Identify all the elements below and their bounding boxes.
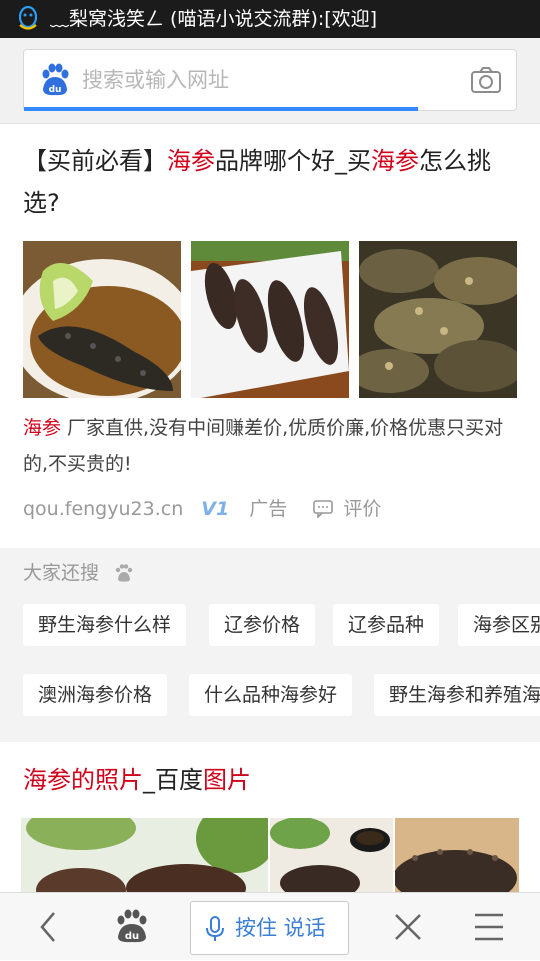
related-chip[interactable]: 什么品种海参好 (189, 674, 353, 716)
search-area: du 搜索或输入网址 (0, 38, 540, 124)
search-placeholder: 搜索或输入网址 (82, 68, 229, 92)
notification-text[interactable]: ﹏梨窝浅笑ㄥ (喵语小说交流群):[欢迎] (50, 0, 377, 38)
status-bar: ﹏梨窝浅笑ㄥ (喵语小说交流群):[欢迎] (0, 0, 540, 38)
svg-text:du: du (125, 931, 139, 942)
paw-icon (115, 564, 133, 582)
comment-icon (313, 499, 334, 519)
gallery-image[interactable] (21, 818, 268, 892)
microphone-icon (206, 916, 224, 941)
title-part: 【买前必看】 (23, 147, 167, 175)
description-text: 厂家直供,没有中间赚差价,优质价廉,价格优惠只买对的,不买贵的! (23, 417, 504, 475)
result-url[interactable]: qou.fengyu23.cn (23, 491, 183, 527)
svg-text:du: du (49, 85, 62, 95)
title-keyword: 海参 (167, 147, 215, 175)
menu-icon[interactable] (470, 893, 508, 961)
result-description: 海参 厂家直供,没有中间赚差价,优质价廉,价格优惠只买对的,不买贵的! (23, 410, 523, 482)
camera-icon[interactable] (470, 66, 502, 94)
title-keyword: 海参 (371, 147, 419, 175)
ad-label: 广告 (249, 497, 288, 520)
related-chip[interactable]: 澳洲海参价格 (23, 674, 168, 716)
related-chip[interactable]: 辽参价格 (209, 604, 316, 646)
v1-badge: V1 (201, 497, 230, 520)
title-part: 品牌哪个好_买 (215, 147, 371, 175)
search-input[interactable]: du 搜索或输入网址 (23, 49, 517, 111)
result-meta: qou.fengyu23.cn V1 广告 评价 (23, 490, 381, 526)
related-chip[interactable]: 海参区别 (458, 604, 540, 646)
related-searches: 大家还搜 野生海参什么样 辽参价格 辽参品种 海参区别 澳洲海参价格 什么品种海… (0, 548, 540, 742)
review-label: 评价 (343, 497, 382, 520)
baidu-paw-logo-icon: du (42, 63, 69, 96)
image-title-part: _百度 (143, 766, 203, 794)
related-chip[interactable]: 野生海参和养殖海参 (374, 674, 540, 716)
result-image-dried-sea-cucumbers[interactable] (191, 241, 349, 398)
image-title-keyword: 图片 (203, 766, 251, 794)
voice-button-label: 按住 说话 (235, 916, 326, 940)
voice-input-button[interactable]: 按住 说话 (190, 901, 349, 955)
related-chip[interactable]: 野生海参什么样 (23, 604, 187, 646)
bottom-toolbar: du 按住 说话 (0, 892, 540, 960)
qq-notification-icon (18, 5, 38, 30)
page-load-progress (24, 107, 418, 111)
baidu-home-icon[interactable]: du (110, 893, 154, 961)
back-icon[interactable] (28, 893, 68, 961)
gallery-image[interactable] (270, 818, 393, 892)
image-result-title[interactable]: 海参的照片_百度图片 (23, 762, 251, 798)
result-image-live-sea-cucumbers[interactable] (359, 241, 517, 398)
gallery-image[interactable] (395, 818, 519, 892)
close-icon[interactable] (388, 893, 428, 961)
description-keyword: 海参 (23, 417, 62, 439)
image-title-keyword: 海参的照片 (23, 766, 143, 794)
related-chip[interactable]: 辽参品种 (333, 604, 440, 646)
related-heading: 大家还搜 (23, 562, 100, 584)
review-link[interactable]: 评价 (313, 490, 381, 527)
result-image-sea-cucumber-dish[interactable] (23, 241, 181, 398)
result-title[interactable]: 【买前必看】海参品牌哪个好_买海参怎么挑选? (23, 140, 523, 224)
